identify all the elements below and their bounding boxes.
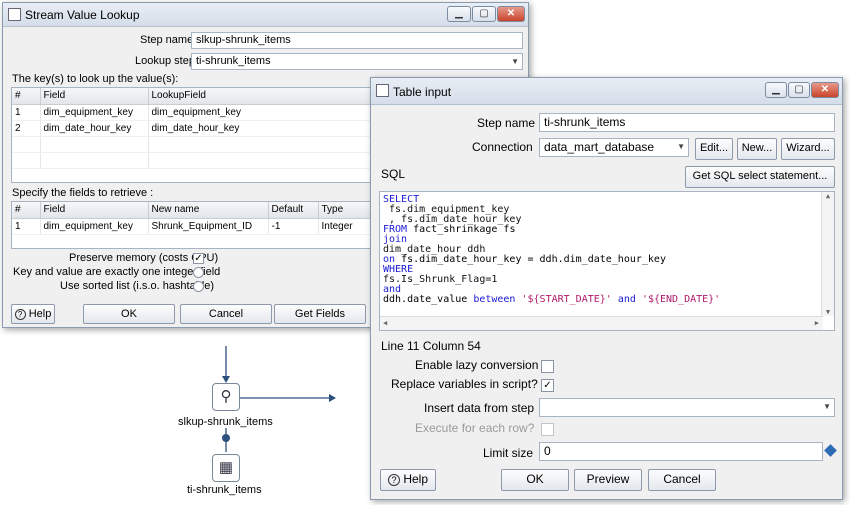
new-button[interactable]: New... — [737, 138, 777, 160]
get-sql-button[interactable]: Get SQL select statement... — [685, 166, 835, 188]
limit-size-input[interactable]: 0 — [539, 442, 823, 461]
help-label: Help — [403, 472, 429, 486]
variable-diamond-icon — [824, 444, 837, 457]
sql-label: SQL — [381, 167, 406, 181]
insert-data-label: Insert data from step — [424, 401, 535, 415]
lazy-conversion-label: Enable lazy conversion — [415, 358, 539, 372]
ti-step-name-label: Step name — [477, 116, 536, 130]
execute-each-row-checkbox — [541, 423, 554, 436]
edit-button[interactable]: Edit... — [695, 138, 733, 160]
chevron-down-icon: ▼ — [823, 402, 831, 411]
replace-variables-label: Replace variables in script? — [391, 377, 538, 391]
table-input-step-icon[interactable]: ▦ — [212, 454, 240, 482]
limit-size-label: Limit size — [483, 446, 534, 460]
canvas-step1-label: slkup-shrunk_items — [178, 416, 273, 428]
table-dialog-titlebar: Table input ▁ ▢ ✕ — [371, 78, 842, 105]
minimize-button[interactable]: ▁ — [765, 82, 787, 98]
help-icon: ? — [387, 474, 400, 486]
connection-dropdown[interactable]: data_mart_database ▼ — [539, 138, 689, 157]
horizontal-scrollbar[interactable]: ◀ ▶ — [380, 316, 823, 330]
canvas-step2-label: ti-shrunk_items — [187, 484, 262, 496]
close-button[interactable]: ✕ — [811, 82, 839, 98]
connection-value: data_mart_database — [544, 140, 655, 154]
chevron-down-icon: ▼ — [677, 142, 685, 151]
replace-variables-checkbox[interactable]: ✓ — [541, 379, 554, 392]
table-input-icon — [376, 84, 389, 97]
lazy-conversion-checkbox[interactable] — [541, 360, 554, 373]
preview-button[interactable]: Preview — [574, 469, 642, 491]
sql-editor[interactable]: SELECT fs.dim_equipment_key , fs.dim_dat… — [379, 191, 835, 331]
maximize-button[interactable]: ▢ — [788, 82, 810, 98]
insert-data-dropdown[interactable]: ▼ — [539, 398, 835, 417]
connection-label: Connection — [472, 140, 533, 154]
cursor-position-label: Line 11 Column 54 — [381, 339, 481, 353]
wizard-button[interactable]: Wizard... — [781, 138, 835, 160]
vertical-scrollbar[interactable]: ▲ ▼ — [821, 192, 834, 316]
table-dialog-title: Table input — [393, 85, 452, 99]
ti-help-button[interactable]: ? Help — [380, 469, 436, 491]
ti-step-name-input[interactable]: ti-shrunk_items — [539, 113, 835, 132]
ti-ok-button[interactable]: OK — [501, 469, 569, 491]
stream-lookup-step-icon[interactable]: ⚲ — [212, 383, 240, 411]
ti-cancel-button[interactable]: Cancel — [648, 469, 716, 491]
execute-each-row-label: Execute for each row? — [415, 421, 535, 435]
table-input-dialog: Table input ▁ ▢ ✕ Step name ti-shrunk_it… — [370, 77, 843, 500]
